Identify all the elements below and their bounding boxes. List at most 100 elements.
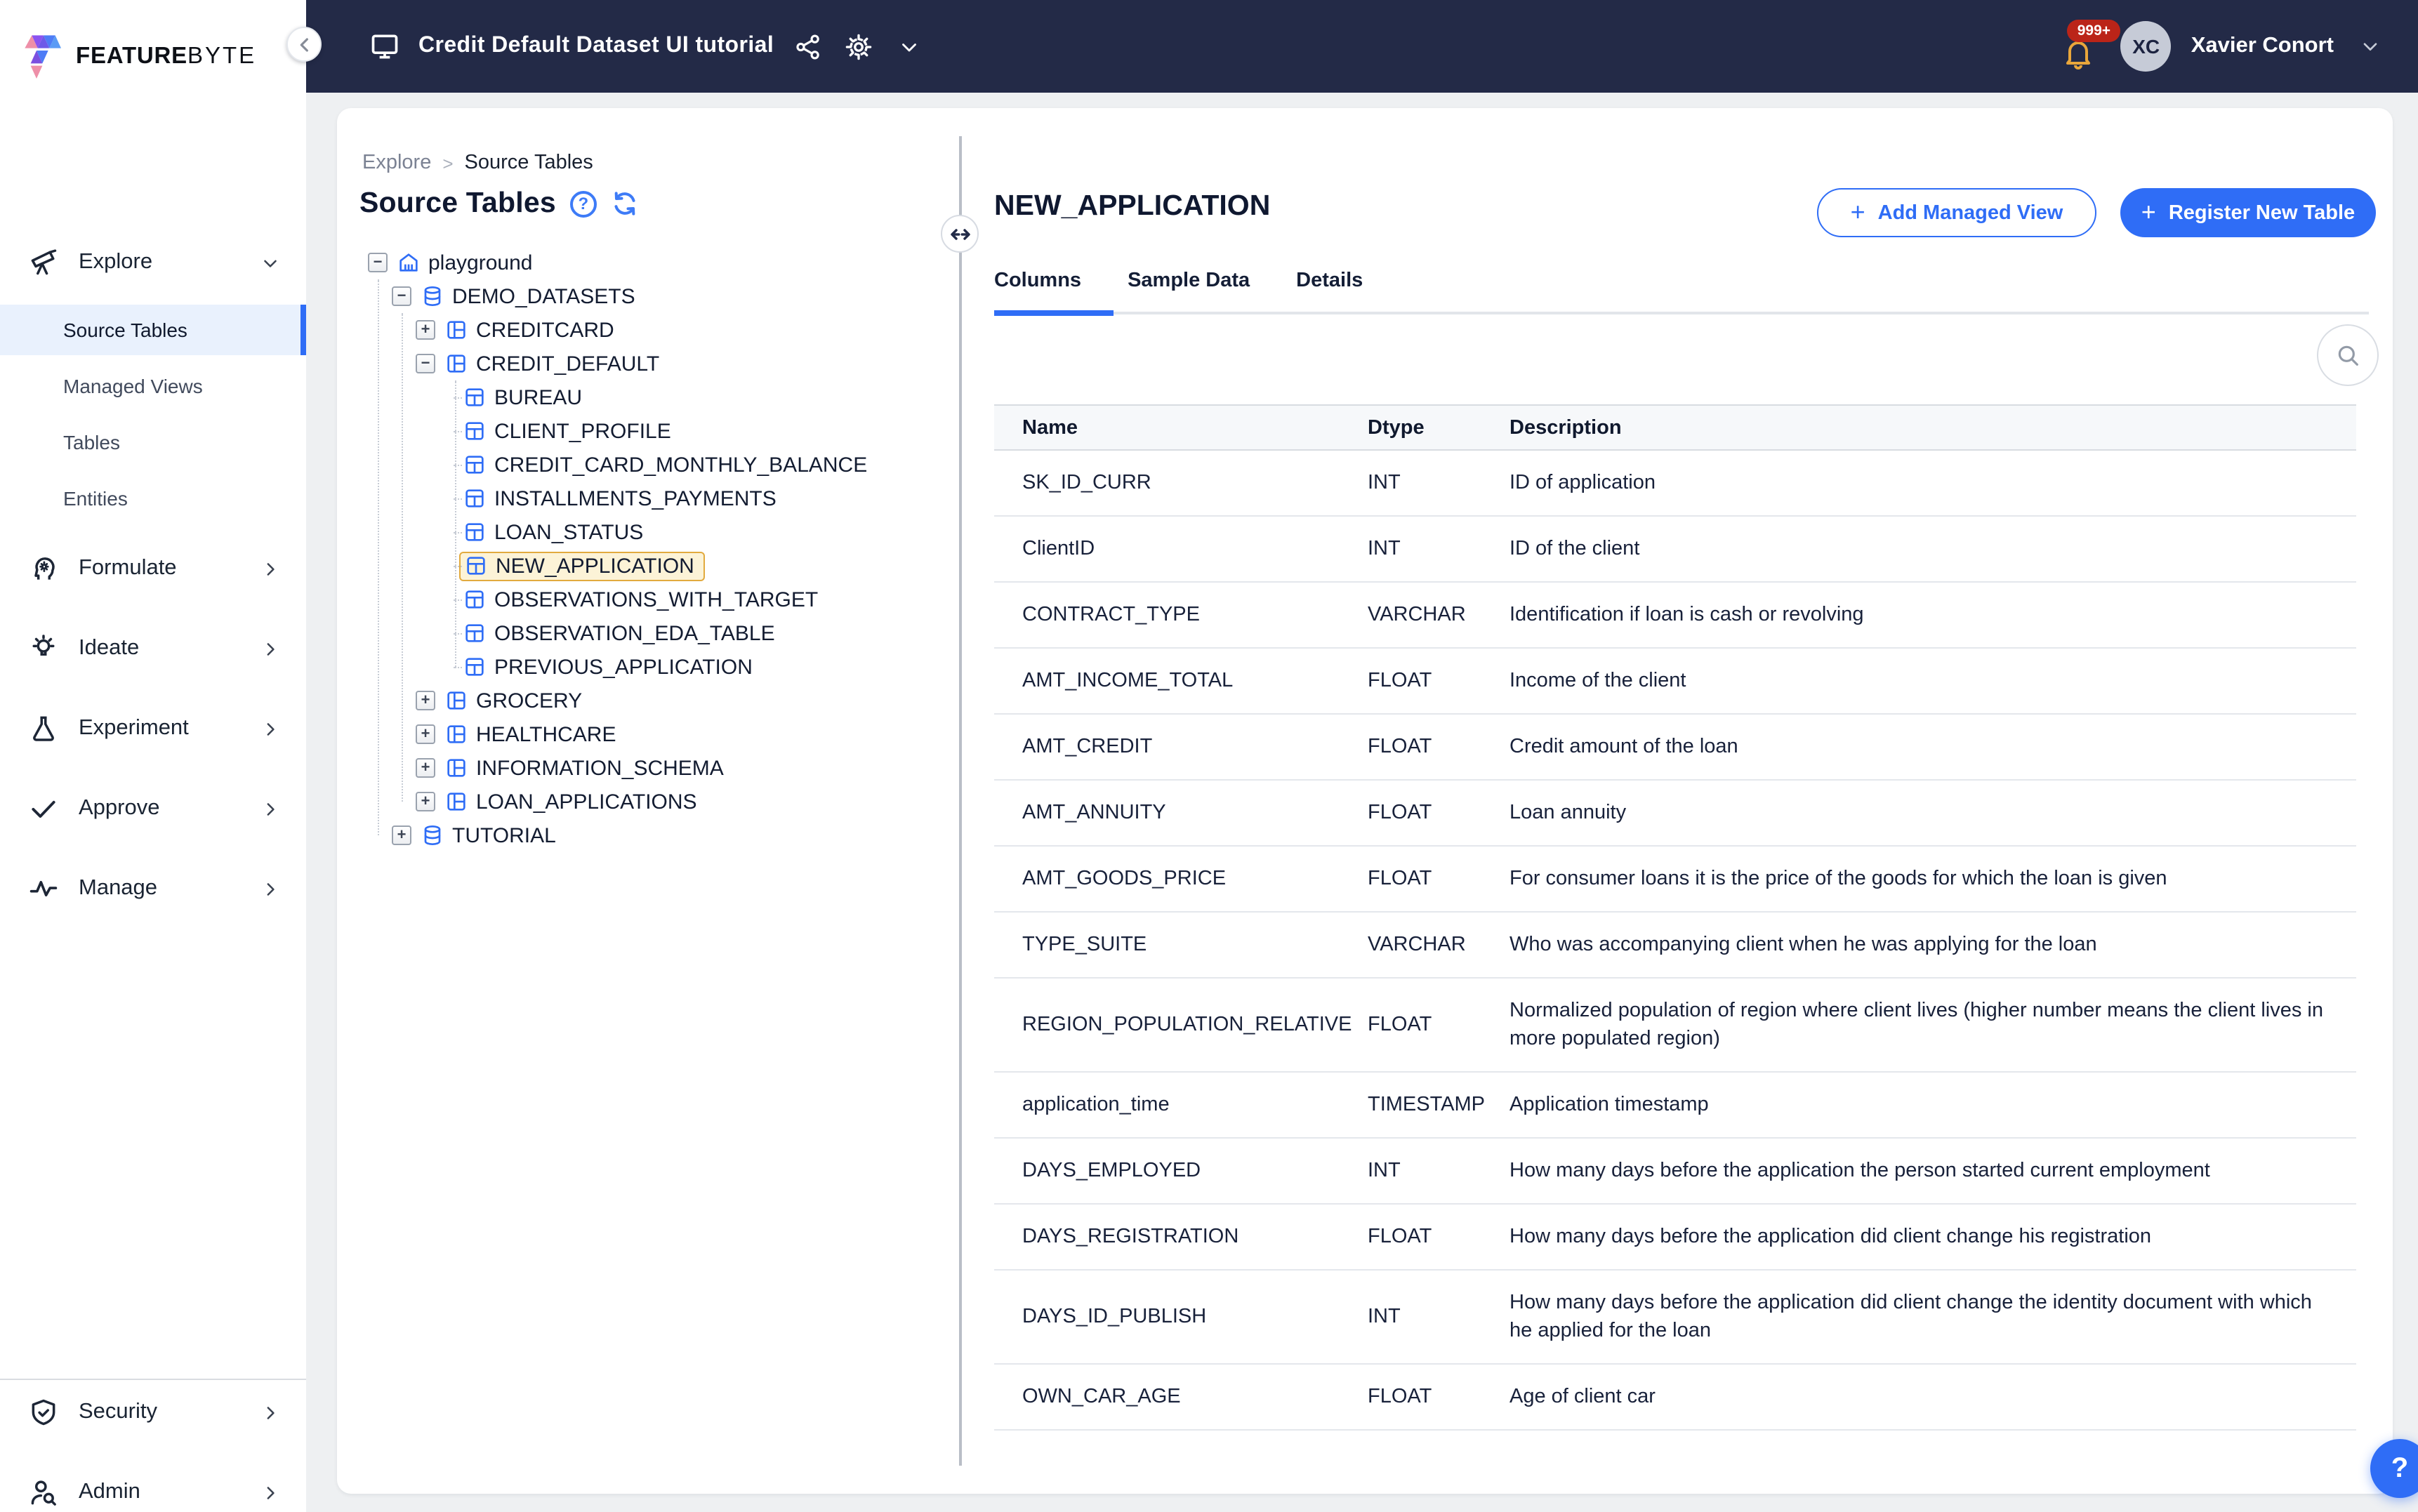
explore-subnav: Source Tables Managed Views Tables Entit…	[0, 305, 306, 524]
tree-node-healthcare[interactable]: + HEALTHCARE	[337, 717, 955, 751]
breadcrumb-explore[interactable]: Explore	[362, 152, 431, 174]
sidebar-item-tables[interactable]: Tables	[0, 417, 306, 467]
collapse-expander-icon[interactable]: −	[416, 354, 435, 373]
add-managed-view-button[interactable]: + Add Managed View	[1817, 188, 2096, 237]
sidebar-item-experiment[interactable]: Experiment	[0, 698, 306, 760]
tree-node-loan-applications[interactable]: + LOAN_APPLICATIONS	[337, 785, 955, 818]
tree-selection-highlight: NEW_APPLICATION	[459, 551, 706, 581]
share-icon[interactable]	[791, 29, 824, 63]
table-icon	[463, 386, 486, 409]
register-new-table-button[interactable]: + Register New Table	[2120, 188, 2376, 237]
button-label: Add Managed View	[1878, 201, 2063, 224]
sidebar-item-explore[interactable]: Explore	[0, 232, 306, 293]
table-row[interactable]: AMT_ANNUITYFLOATLoan annuity	[994, 781, 2356, 847]
sidebar-item-label: Explore	[79, 250, 152, 275]
tree-node-client-profile[interactable]: CLIENT_PROFILE	[337, 414, 955, 448]
table-row[interactable]: OWN_CAR_AGEFLOATAge of client car	[994, 1365, 2356, 1431]
avatar[interactable]: XC	[2121, 21, 2172, 72]
breadcrumb-current: Source Tables	[465, 152, 593, 174]
tabs-divider	[994, 312, 2369, 314]
sidebar-item-manage[interactable]: Manage	[0, 858, 306, 920]
tree-node-observations-with-target[interactable]: OBSERVATIONS_WITH_TARGET	[337, 583, 955, 616]
schema-icon	[445, 757, 468, 779]
tree-node-credit-default[interactable]: − CREDIT_DEFAULT	[337, 347, 955, 380]
breadcrumb: Explore > Source Tables	[362, 152, 593, 174]
home-icon	[397, 251, 420, 274]
table-icon	[463, 656, 486, 678]
tree-node-observation-eda-table[interactable]: OBSERVATION_EDA_TABLE	[337, 616, 955, 650]
tree-node-grocery[interactable]: + GROCERY	[337, 684, 955, 717]
expand-expander-icon[interactable]: +	[416, 691, 435, 710]
tree-node-information-schema[interactable]: + INFORMATION_SCHEMA	[337, 751, 955, 785]
table-row[interactable]: DAYS_ID_PUBLISHINTHow many days before t…	[994, 1271, 2356, 1365]
resize-arrows-icon	[947, 221, 972, 246]
tab-details[interactable]: Details	[1296, 270, 1363, 292]
tree-node-label: OBSERVATION_EDA_TABLE	[494, 621, 775, 645]
tree-node-tutorial[interactable]: + TUTORIAL	[337, 818, 955, 852]
table-row[interactable]: AMT_INCOME_TOTALFLOATIncome of the clien…	[994, 649, 2356, 715]
sidebar-item-formulate[interactable]: Formulate	[0, 538, 306, 599]
refresh-icon[interactable]	[611, 190, 639, 218]
table-row[interactable]: SK_ID_CURRINTID of application	[994, 451, 2356, 517]
settings-gear-icon[interactable]	[841, 29, 875, 63]
tree-node-new-application-selected[interactable]: NEW_APPLICATION	[337, 549, 955, 583]
schema-icon	[445, 319, 468, 341]
tree-node-label: playground	[428, 251, 532, 274]
chevron-right-icon	[260, 638, 281, 659]
chevron-right-icon	[260, 1482, 281, 1503]
help-icon[interactable]: ?	[570, 190, 597, 217]
expand-expander-icon[interactable]: +	[416, 320, 435, 340]
table-row[interactable]: ClientIDINTID of the client	[994, 517, 2356, 583]
expand-expander-icon[interactable]: +	[416, 724, 435, 744]
expand-expander-icon[interactable]: +	[416, 758, 435, 778]
table-row[interactable]: REGION_POPULATION_RELATIVEFLOATNormalize…	[994, 979, 2356, 1073]
sidebar-item-label: Manage	[79, 876, 157, 901]
collapse-expander-icon[interactable]: −	[392, 286, 411, 306]
table-row[interactable]: TYPE_SUITEVARCHARWho was accompanying cl…	[994, 913, 2356, 979]
table-icon	[463, 588, 486, 611]
sidebar-item-source-tables[interactable]: Source Tables	[0, 305, 306, 355]
search-button[interactable]	[2317, 324, 2379, 386]
sidebar-item-approve[interactable]: Approve	[0, 778, 306, 840]
workspace-monitor-icon	[368, 29, 402, 63]
tree-node-label: CREDIT_DEFAULT	[476, 352, 659, 376]
workspace-chevron-down-icon[interactable]	[892, 29, 925, 63]
tree-node-label: INFORMATION_SCHEMA	[476, 756, 724, 780]
table-row[interactable]: DAYS_REGISTRATIONFLOATHow many days befo…	[994, 1205, 2356, 1271]
source-tables-title-row: Source Tables ?	[359, 187, 639, 220]
expand-expander-icon[interactable]: +	[416, 792, 435, 811]
expand-expander-icon[interactable]: +	[392, 825, 411, 845]
tree-node-label: LOAN_APPLICATIONS	[476, 790, 697, 814]
tree-node-installments-payments[interactable]: INSTALLMENTS_PAYMENTS	[337, 482, 955, 515]
table-row[interactable]: application_timeTIMESTAMPApplication tim…	[994, 1073, 2356, 1139]
table-row[interactable]: AMT_CREDITFLOATCredit amount of the loan	[994, 715, 2356, 781]
sidebar-item-ideate[interactable]: Ideate	[0, 618, 306, 679]
tree-node-bureau[interactable]: BUREAU	[337, 380, 955, 414]
table-icon	[463, 487, 486, 510]
user-menu-chevron-down-icon[interactable]	[2353, 29, 2387, 63]
table-row[interactable]: AMT_GOODS_PRICEFLOATFor consumer loans i…	[994, 847, 2356, 913]
schema-icon	[445, 689, 468, 712]
notifications-button[interactable]: 999+	[2059, 22, 2101, 70]
tree-node-loan-status[interactable]: LOAN_STATUS	[337, 515, 955, 549]
table-row[interactable]: DAYS_EMPLOYEDINTHow many days before the…	[994, 1139, 2356, 1205]
tab-sample-data[interactable]: Sample Data	[1128, 270, 1250, 292]
table-row[interactable]: CONTRACT_TYPEVARCHARIdentification if lo…	[994, 583, 2356, 649]
sidebar-item-admin[interactable]: Admin	[0, 1461, 306, 1512]
tab-columns[interactable]: Columns	[994, 270, 1081, 292]
panel-resize-handle[interactable]	[941, 215, 979, 253]
sidebar-collapse-button[interactable]	[286, 27, 322, 62]
table-icon	[463, 453, 486, 476]
tree-node-credit-card-monthly-balance[interactable]: CREDIT_CARD_MONTHLY_BALANCE	[337, 448, 955, 482]
sidebar-item-entities[interactable]: Entities	[0, 473, 306, 524]
tree-node-previous-application[interactable]: PREVIOUS_APPLICATION	[337, 650, 955, 684]
sidebar-item-label: Experiment	[79, 716, 189, 741]
tree-node-demo-datasets[interactable]: − DEMO_DATASETS	[337, 279, 955, 313]
collapse-expander-icon[interactable]: −	[368, 253, 388, 272]
tree-node-creditcard[interactable]: + CREDITCARD	[337, 313, 955, 347]
sidebar-item-security[interactable]: Security	[0, 1381, 306, 1443]
tree-node-label: LOAN_STATUS	[494, 520, 643, 544]
sidebar-item-managed-views[interactable]: Managed Views	[0, 361, 306, 411]
plus-icon: +	[1851, 199, 1865, 224]
tree-node-playground[interactable]: − playground	[337, 246, 955, 279]
